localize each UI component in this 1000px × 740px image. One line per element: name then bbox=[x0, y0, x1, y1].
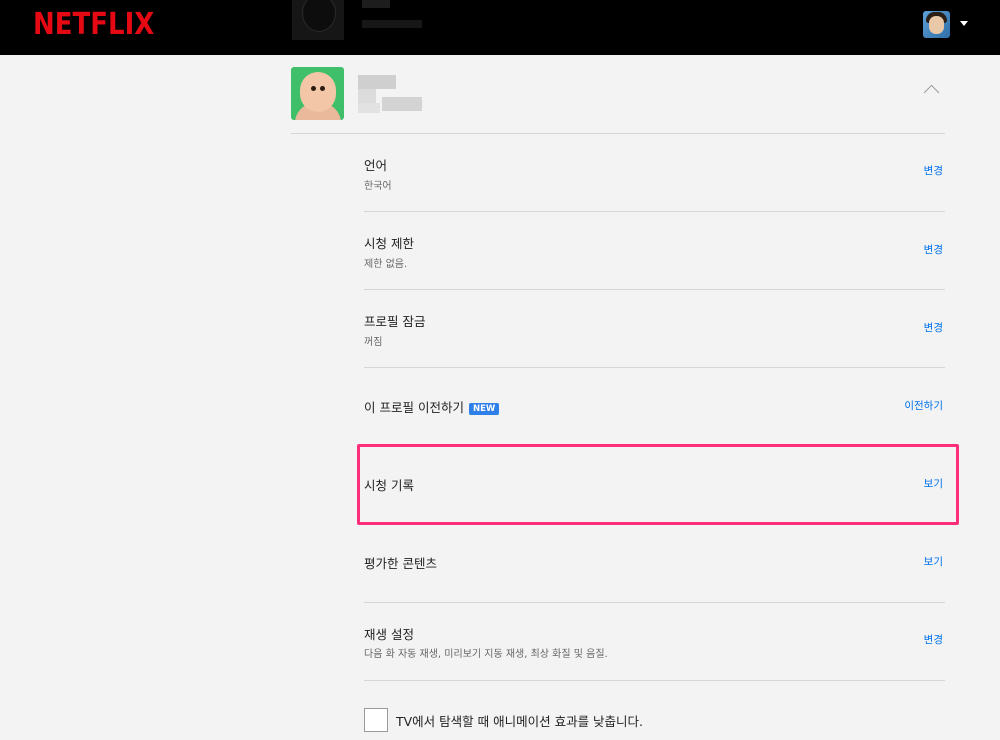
setting-row-viewing-restrictions: 시청 제한 제한 없음. 변경 bbox=[364, 212, 945, 290]
setting-row-playback: 재생 설정 다음 화 자동 재생, 미리보기 지동 재생, 최상 화질 및 음질… bbox=[364, 603, 945, 681]
account-menu-caret-icon[interactable] bbox=[960, 21, 968, 26]
setting-row-profile-lock: 프로필 잠금 꺼짐 변경 bbox=[364, 290, 945, 368]
avatar-eye bbox=[320, 86, 325, 91]
change-profile-lock-link[interactable]: 변경 bbox=[924, 320, 943, 335]
avatar-face bbox=[929, 16, 944, 34]
profile-avatar bbox=[291, 67, 344, 120]
avatar-head bbox=[300, 72, 336, 112]
reduce-animation-checkbox[interactable] bbox=[364, 708, 388, 732]
blur-block bbox=[358, 103, 380, 113]
setting-value: 꺼짐 bbox=[364, 337, 383, 348]
blur-block bbox=[358, 75, 396, 89]
profile-image bbox=[302, 0, 336, 32]
other-profile-avatar[interactable] bbox=[292, 0, 344, 40]
profile-row[interactable] bbox=[291, 67, 945, 134]
new-badge: NEW bbox=[468, 403, 500, 415]
setting-title: 프로필 잠금 bbox=[364, 314, 426, 329]
blur-block bbox=[382, 97, 422, 111]
reduce-animation-label[interactable]: TV에서 탐색할 때 애니메이션 효과를 낮춥니다. bbox=[396, 711, 643, 730]
change-playback-link[interactable]: 변경 bbox=[924, 632, 943, 647]
setting-title: 재생 설정 bbox=[364, 627, 414, 642]
change-restrictions-link[interactable]: 변경 bbox=[924, 242, 943, 257]
chevron-up-icon[interactable] bbox=[923, 84, 940, 101]
setting-row-language: 언어 한국어 변경 bbox=[364, 134, 945, 212]
setting-title: 평가한 콘텐츠 bbox=[364, 556, 437, 571]
setting-value: 다음 화 자동 재생, 미리보기 지동 재생, 최상 화질 및 음질. bbox=[364, 649, 608, 660]
setting-title: 언어 bbox=[364, 158, 388, 173]
blurred-profile-name bbox=[362, 0, 390, 8]
change-language-link[interactable]: 변경 bbox=[924, 163, 943, 178]
setting-row-ratings: 평가한 콘텐츠 보기 bbox=[364, 524, 945, 603]
highlight-box bbox=[357, 444, 959, 525]
blur-block bbox=[358, 89, 376, 103]
blurred-profile-name bbox=[358, 75, 424, 113]
setting-row-transfer-profile: 이 프로필 이전하기 NEW 이전하기 bbox=[364, 368, 945, 444]
blurred-profile-info bbox=[362, 20, 422, 28]
setting-value: 한국어 bbox=[364, 181, 392, 192]
transfer-profile-link[interactable]: 이전하기 bbox=[904, 398, 943, 413]
setting-title: 이 프로필 이전하기 NEW bbox=[364, 397, 500, 416]
setting-title-text: 이 프로필 이전하기 bbox=[364, 400, 464, 415]
account-avatar[interactable] bbox=[923, 11, 950, 38]
view-ratings-link[interactable]: 보기 bbox=[924, 554, 943, 569]
netflix-logo[interactable]: NETFLIX bbox=[33, 7, 154, 42]
setting-value: 제한 없음. bbox=[364, 259, 408, 270]
avatar-eye bbox=[311, 86, 316, 91]
setting-title: 시청 제한 bbox=[364, 236, 414, 251]
top-nav: NETFLIX bbox=[0, 0, 1000, 55]
